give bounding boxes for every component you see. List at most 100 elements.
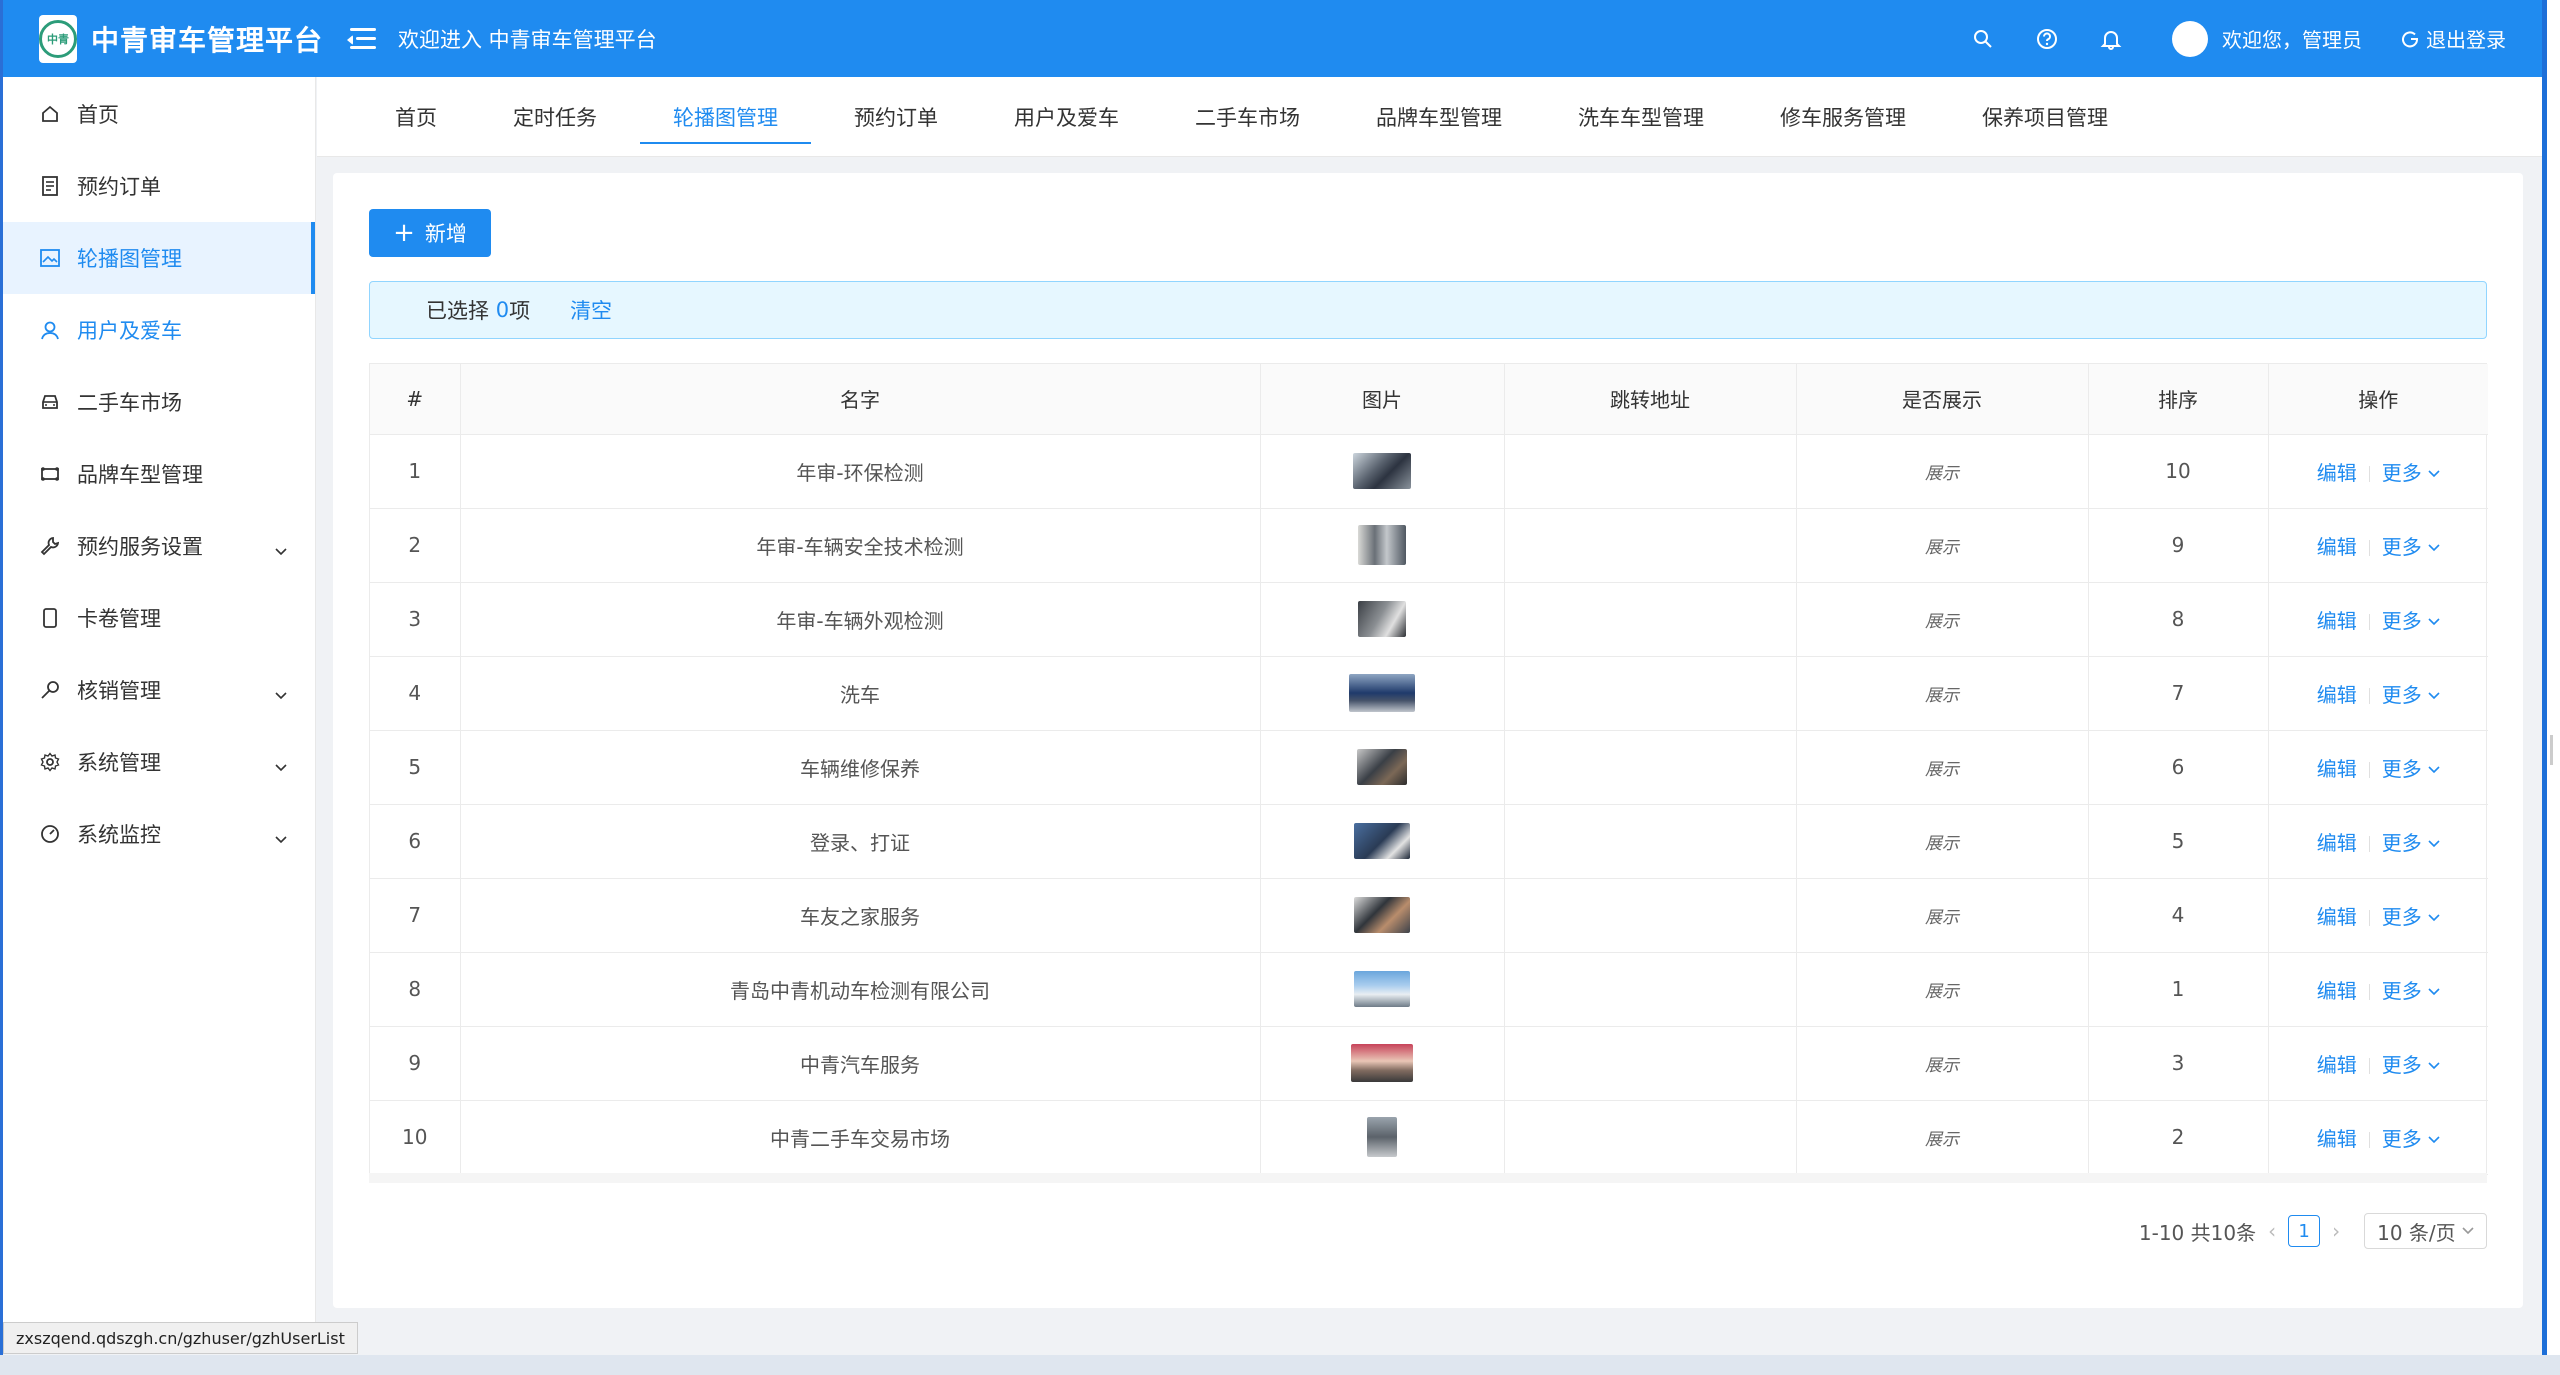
menu-collapse-icon[interactable] <box>344 25 378 53</box>
table-row[interactable]: 4 洗车 展示 7 编辑 更多 <box>370 656 2488 731</box>
more-dropdown[interactable]: 更多 <box>2382 683 2440 707</box>
more-dropdown[interactable]: 更多 <box>2382 609 2440 633</box>
sidebar-item-label: 预约服务设置 <box>77 535 203 559</box>
sidebar-item-cards[interactable]: 卡卷管理 <box>3 582 315 654</box>
carousel-thumbnail[interactable] <box>1354 897 1410 933</box>
chevron-down-icon <box>275 825 287 849</box>
edit-link[interactable]: 编辑 <box>2317 535 2357 559</box>
tab-carousel[interactable]: 轮播图管理 <box>635 77 816 156</box>
edit-link[interactable]: 编辑 <box>2317 757 2357 781</box>
table-row[interactable]: 5 车辆维修保养 展示 6 编辑 更多 <box>370 730 2488 805</box>
chevron-down-icon <box>2428 1062 2440 1070</box>
carousel-thumbnail[interactable] <box>1358 525 1406 565</box>
carousel-thumbnail[interactable] <box>1354 823 1410 859</box>
table-row[interactable]: 9 中青汽车服务 展示 3 编辑 更多 <box>370 1026 2488 1101</box>
carousel-thumbnail[interactable] <box>1353 453 1411 489</box>
more-dropdown[interactable]: 更多 <box>2382 979 2440 1003</box>
truck-icon <box>39 463 61 485</box>
sidebar-item-orders[interactable]: 预约订单 <box>3 150 315 222</box>
carousel-thumbnail[interactable] <box>1358 601 1406 637</box>
user-greeting[interactable]: 欢迎您，管理员 <box>2222 24 2362 53</box>
prev-page-icon[interactable]: ‹ <box>2268 1219 2276 1243</box>
carousel-thumbnail[interactable] <box>1357 749 1407 785</box>
tab-orders[interactable]: 预约订单 <box>816 77 976 156</box>
table-row[interactable]: 6 登录、打证 展示 5 编辑 更多 <box>370 804 2488 879</box>
sidebar-item-label: 系统管理 <box>77 751 161 775</box>
more-dropdown[interactable]: 更多 <box>2382 831 2440 855</box>
edit-link[interactable]: 编辑 <box>2317 905 2357 929</box>
more-dropdown[interactable]: 更多 <box>2382 1127 2440 1151</box>
chevron-down-icon <box>2428 692 2440 700</box>
edit-link[interactable]: 编辑 <box>2317 831 2357 855</box>
table-row[interactable]: 8 青岛中青机动车检测有限公司 展示 1 编辑 更多 <box>370 952 2488 1027</box>
carousel-thumbnail[interactable] <box>1354 971 1410 1007</box>
page-number[interactable]: 1 <box>2288 1215 2321 1247</box>
taskbar-strip <box>0 1355 2560 1375</box>
table-row[interactable]: 10 中青二手车交易市场 展示 2 编辑 更多 <box>370 1100 2488 1175</box>
help-icon[interactable] <box>2030 22 2064 56</box>
brand-title: 中青审车管理平台 <box>91 23 324 57</box>
table-horizontal-scrollbar[interactable] <box>369 1173 2487 1183</box>
column-header: 跳转地址 <box>1504 364 1797 435</box>
tab-home[interactable]: 首页 <box>357 77 475 156</box>
carousel-thumbnail[interactable] <box>1349 674 1415 712</box>
tab-brands[interactable]: 品牌车型管理 <box>1338 77 1540 156</box>
avatar[interactable] <box>2172 20 2208 57</box>
sidebar-item-carousel[interactable]: 轮播图管理 <box>3 222 315 294</box>
table-header-row: # 名字 图片 跳转地址 是否展示 排序 操作 <box>370 364 2488 435</box>
sidebar-item-system[interactable]: 系统管理 <box>3 726 315 798</box>
more-dropdown[interactable]: 更多 <box>2382 757 2440 781</box>
column-header: 图片 <box>1260 364 1505 435</box>
sidebar-item-home[interactable]: 首页 <box>3 78 315 150</box>
tab-wash-models[interactable]: 洗车车型管理 <box>1540 77 1742 156</box>
carousel-thumbnail[interactable] <box>1367 1117 1397 1157</box>
edit-link[interactable]: 编辑 <box>2317 461 2357 485</box>
mobile-icon <box>39 607 61 629</box>
edit-link[interactable]: 编辑 <box>2317 683 2357 707</box>
next-page-icon[interactable]: › <box>2332 1219 2340 1243</box>
window-edge-right <box>2542 0 2560 1375</box>
sidebar-item-brands[interactable]: 品牌车型管理 <box>3 438 315 510</box>
carousel-table: # 名字 图片 跳转地址 是否展示 排序 操作 1 年审-环保检测 展示 10 <box>369 363 2488 1175</box>
sidebar-item-label: 首页 <box>77 103 119 127</box>
more-dropdown[interactable]: 更多 <box>2382 1053 2440 1077</box>
edit-link[interactable]: 编辑 <box>2317 979 2357 1003</box>
chevron-down-icon <box>2428 766 2440 774</box>
car-icon <box>39 391 61 413</box>
column-header: 操作 <box>2268 364 2488 435</box>
carousel-thumbnail[interactable] <box>1351 1044 1413 1082</box>
tab-users[interactable]: 用户及爱车 <box>976 77 1157 156</box>
search-icon[interactable] <box>1966 22 2000 56</box>
selection-count: 0 <box>495 298 510 322</box>
table-row[interactable]: 7 车友之家服务 展示 4 编辑 更多 <box>370 878 2488 953</box>
tab-maintenance-items[interactable]: 保养项目管理 <box>1944 77 2146 156</box>
tab-scheduled-tasks[interactable]: 定时任务 <box>475 77 635 156</box>
page-size-select[interactable]: 10 条/页 <box>2364 1213 2487 1249</box>
sidebar-item-verification[interactable]: 核销管理 <box>3 654 315 726</box>
add-button[interactable]: + 新增 <box>369 209 491 257</box>
tab-repair-services[interactable]: 修车服务管理 <box>1742 77 1944 156</box>
sidebar-item-booking-settings[interactable]: 预约服务设置 <box>3 510 315 582</box>
sidebar-item-label: 轮播图管理 <box>77 247 182 271</box>
more-dropdown[interactable]: 更多 <box>2382 461 2440 485</box>
more-dropdown[interactable]: 更多 <box>2382 535 2440 559</box>
more-dropdown[interactable]: 更多 <box>2382 905 2440 929</box>
sidebar-item-used-cars[interactable]: 二手车市场 <box>3 366 315 438</box>
tab-bar: 首页 定时任务 轮播图管理 预约订单 用户及爱车 二手车市场 品牌车型管理 洗车… <box>317 77 2542 157</box>
gear-icon <box>39 751 61 773</box>
user-icon <box>39 319 61 341</box>
column-header: 是否展示 <box>1796 364 2089 435</box>
table-row[interactable]: 1 年审-环保检测 展示 10 编辑 更多 <box>370 434 2488 509</box>
edit-link[interactable]: 编辑 <box>2317 1053 2357 1077</box>
tab-used-cars[interactable]: 二手车市场 <box>1157 77 1338 156</box>
edit-link[interactable]: 编辑 <box>2317 609 2357 633</box>
table-row[interactable]: 3 年审-车辆外观检测 展示 8 编辑 更多 <box>370 582 2488 657</box>
bell-icon[interactable] <box>2094 22 2128 56</box>
tool-icon <box>39 535 61 557</box>
edit-link[interactable]: 编辑 <box>2317 1127 2357 1151</box>
table-row[interactable]: 2 年审-车辆安全技术检测 展示 9 编辑 更多 <box>370 508 2488 583</box>
sidebar-item-monitor[interactable]: 系统监控 <box>3 798 315 870</box>
logout-button[interactable]: 退出登录 <box>2402 24 2506 53</box>
clear-selection-link[interactable]: 清空 <box>570 295 612 325</box>
sidebar-item-users[interactable]: 用户及爱车 <box>3 294 315 366</box>
